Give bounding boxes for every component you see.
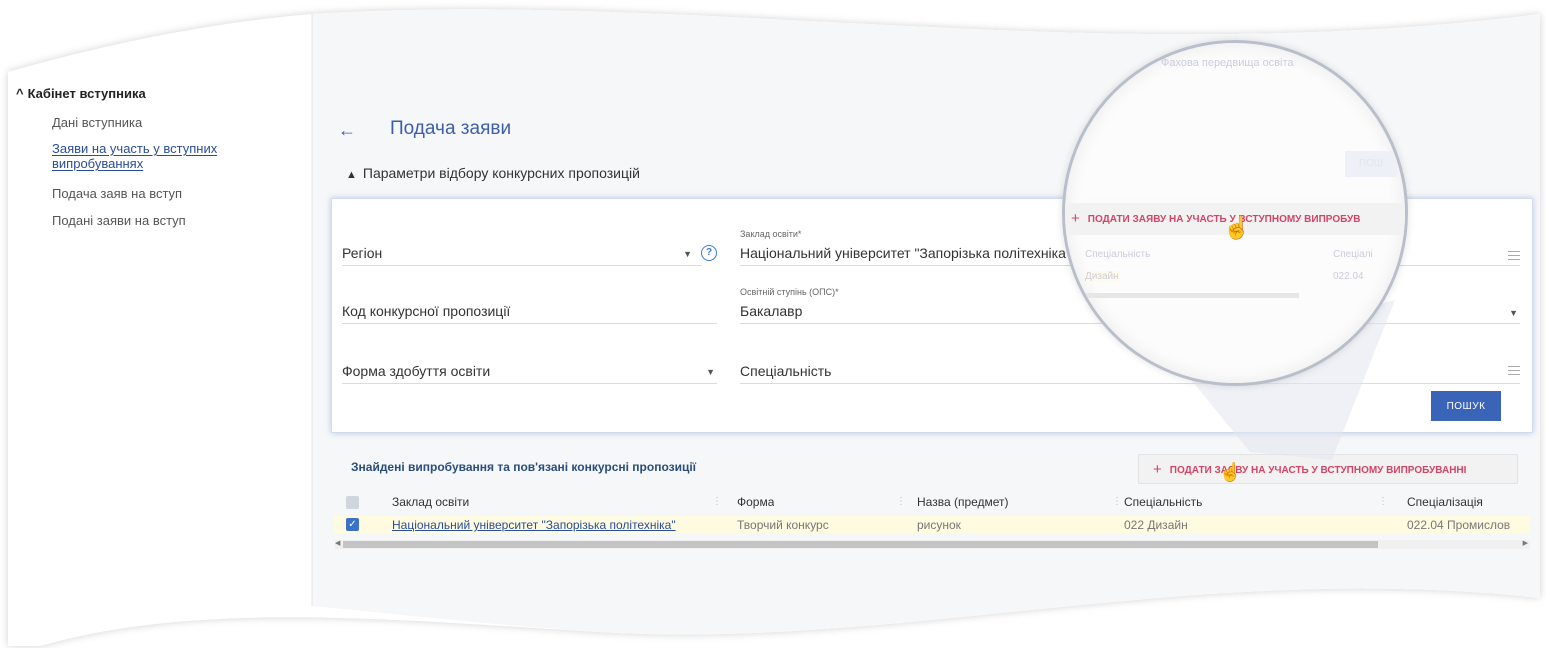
plus-icon: + — [1071, 210, 1080, 227]
hand-cursor-icon: ☝ — [1223, 215, 1251, 240]
magnifier: Фахова передвища освіта ПОШ + ПОДАТИ ЗАЯВ… — [1062, 40, 1408, 386]
magnified-scrollbar — [1079, 293, 1299, 298]
magnifier-content: Фахова передвища освіта ПОШ + ПОДАТИ ЗАЯВ… — [1065, 43, 1405, 383]
